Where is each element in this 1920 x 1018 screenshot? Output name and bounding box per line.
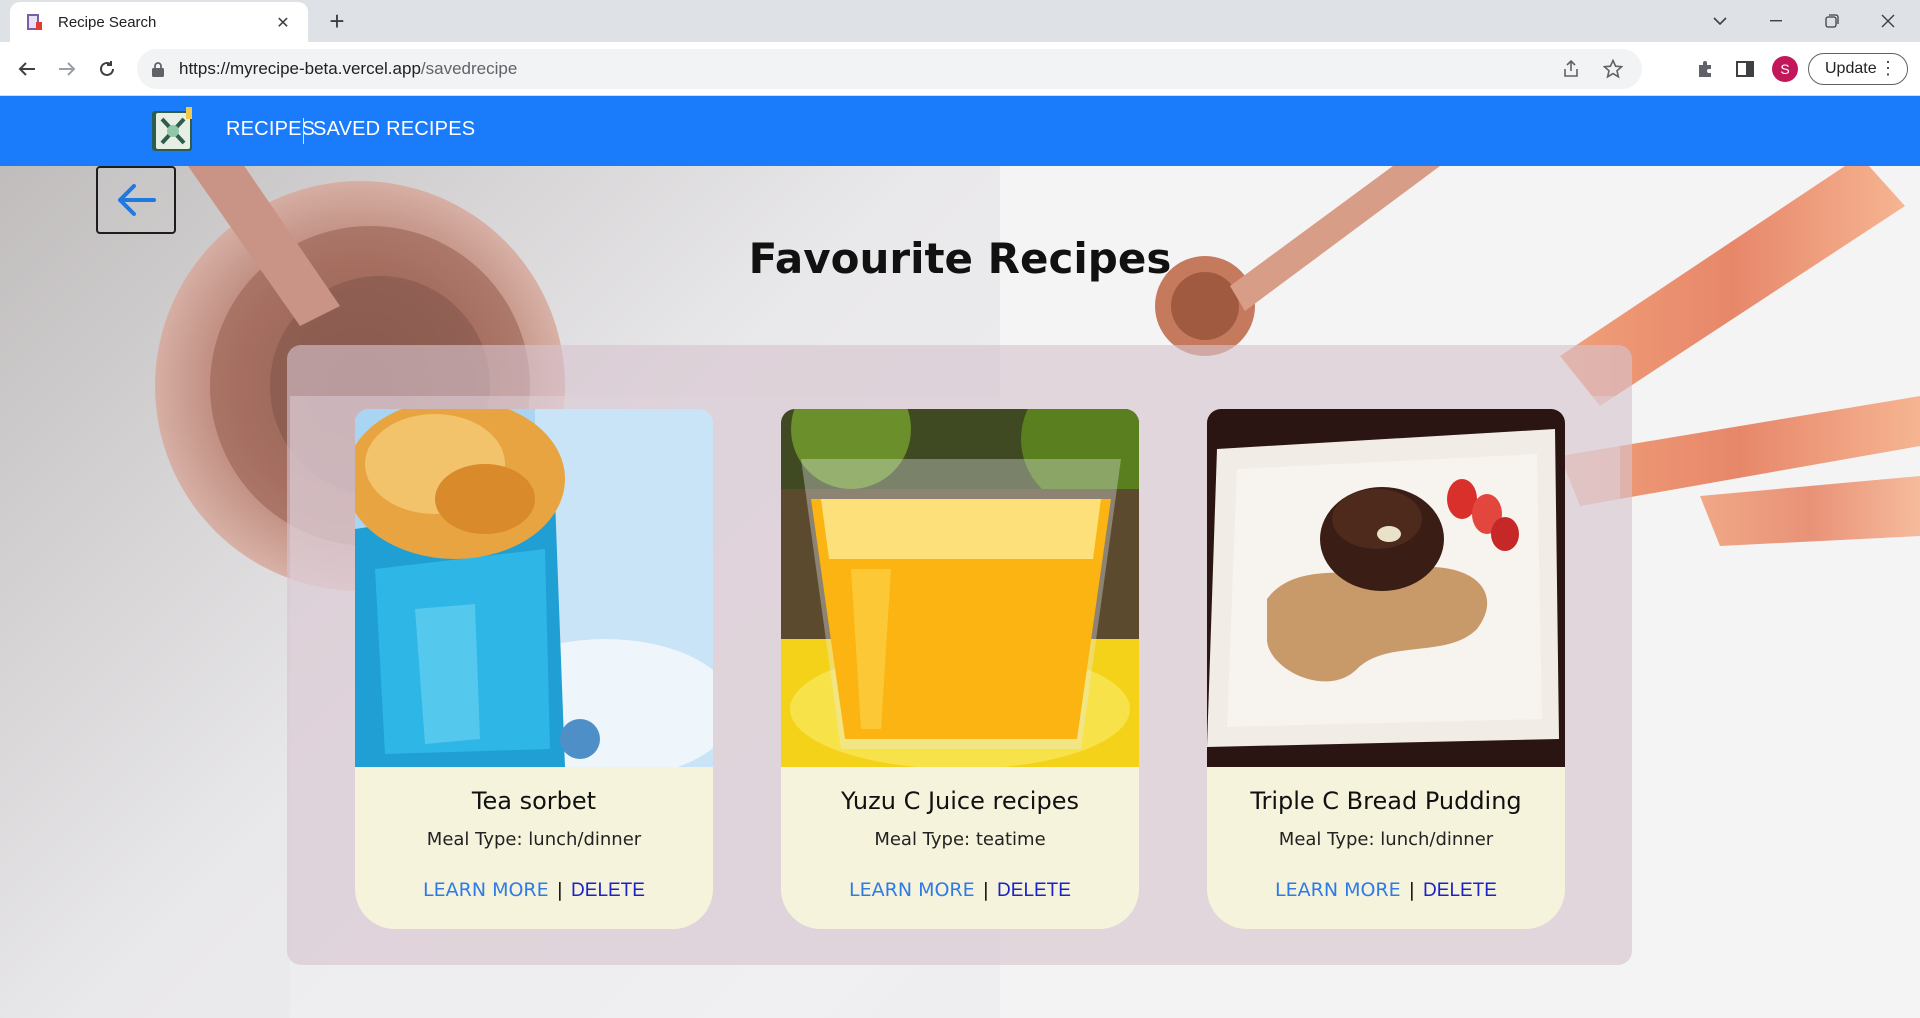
action-separator: | bbox=[556, 879, 564, 901]
recipe-title: Triple C Bread Pudding bbox=[1250, 787, 1522, 815]
tea-sorbet-image bbox=[355, 409, 713, 767]
browser-tab[interactable]: Recipe Search ✕ bbox=[10, 2, 308, 42]
bread-pudding-image bbox=[1207, 409, 1565, 767]
recipe-actions: LEARN MORE | DELETE bbox=[1207, 879, 1565, 902]
minimize-icon[interactable] bbox=[1748, 0, 1804, 42]
yuzu-juice-image bbox=[781, 409, 1139, 767]
page-title: Favourite Recipes bbox=[748, 234, 1172, 283]
reload-icon[interactable] bbox=[92, 54, 122, 84]
recipe-meal-type: Meal Type: lunch/dinner bbox=[1278, 829, 1494, 850]
recipe-card: Yuzu C Juice recipes Meal Type: teatime … bbox=[781, 409, 1139, 929]
recipe-meal-type: Meal Type: teatime bbox=[874, 829, 1046, 850]
learn-more-link[interactable]: LEARN MORE bbox=[423, 879, 549, 901]
arrow-left-icon bbox=[118, 184, 156, 216]
tab-strip: Recipe Search ✕ + bbox=[0, 0, 1920, 42]
lock-icon bbox=[152, 62, 164, 77]
new-tab-button[interactable]: + bbox=[322, 6, 352, 36]
more-menu-icon[interactable]: ⋮ bbox=[1879, 58, 1897, 79]
page-viewport: RECIPES SAVED RECIPES Favourite Recipes … bbox=[0, 96, 1920, 1018]
url-path: /savedrecipe bbox=[420, 59, 518, 78]
restore-icon[interactable] bbox=[1804, 0, 1860, 42]
recipe-book-logo-icon[interactable] bbox=[150, 107, 198, 153]
share-icon[interactable] bbox=[1560, 58, 1582, 80]
side-panel-icon[interactable] bbox=[1734, 58, 1756, 80]
tab-search-chevron-icon[interactable] bbox=[1692, 0, 1748, 42]
profile-avatar[interactable]: S bbox=[1772, 56, 1798, 82]
delete-button[interactable]: DELETE bbox=[571, 880, 645, 901]
tab-title: Recipe Search bbox=[58, 13, 157, 31]
recipe-card: Triple C Bread Pudding Meal Type: lunch/… bbox=[1207, 409, 1565, 929]
recipe-actions: LEARN MORE | DELETE bbox=[781, 879, 1139, 902]
nav-recipes-link[interactable]: RECIPES bbox=[226, 118, 315, 141]
recipe-book-favicon-icon bbox=[27, 14, 42, 30]
action-separator: | bbox=[1408, 879, 1416, 901]
extensions-puzzle-icon[interactable] bbox=[1694, 58, 1716, 80]
back-button[interactable] bbox=[96, 166, 176, 234]
learn-more-link[interactable]: LEARN MORE bbox=[1275, 879, 1401, 901]
site-navbar: RECIPES SAVED RECIPES bbox=[0, 96, 1920, 166]
tab-close-icon[interactable]: ✕ bbox=[272, 13, 294, 32]
close-window-icon[interactable] bbox=[1860, 0, 1916, 42]
address-bar[interactable]: https://myrecipe-beta.vercel.app/savedre… bbox=[137, 49, 1642, 89]
update-button[interactable]: Update ⋮ bbox=[1808, 53, 1908, 85]
back-arrow-icon[interactable] bbox=[12, 54, 42, 84]
action-separator: | bbox=[982, 879, 990, 901]
recipe-actions: LEARN MORE | DELETE bbox=[355, 879, 713, 902]
url-text: https://myrecipe-beta.vercel.app/savedre… bbox=[179, 59, 517, 79]
nav-saved-recipes-link[interactable]: SAVED RECIPES bbox=[313, 118, 475, 141]
recipe-title: Tea sorbet bbox=[471, 787, 597, 815]
delete-button[interactable]: DELETE bbox=[1423, 880, 1497, 901]
nav-divider bbox=[303, 118, 304, 144]
update-label: Update bbox=[1825, 60, 1877, 77]
recipe-title: Yuzu C Juice recipes bbox=[841, 787, 1079, 815]
bookmark-star-icon[interactable] bbox=[1602, 58, 1624, 80]
browser-toolbar: https://myrecipe-beta.vercel.app/savedre… bbox=[0, 42, 1920, 96]
url-host: https://myrecipe-beta.vercel.app bbox=[179, 59, 421, 78]
learn-more-link[interactable]: LEARN MORE bbox=[849, 879, 975, 901]
recipe-meal-type: Meal Type: lunch/dinner bbox=[426, 829, 642, 850]
delete-button[interactable]: DELETE bbox=[997, 880, 1071, 901]
forward-arrow-icon[interactable] bbox=[52, 54, 82, 84]
recipe-card: Tea sorbet Meal Type: lunch/dinner LEARN… bbox=[355, 409, 713, 929]
